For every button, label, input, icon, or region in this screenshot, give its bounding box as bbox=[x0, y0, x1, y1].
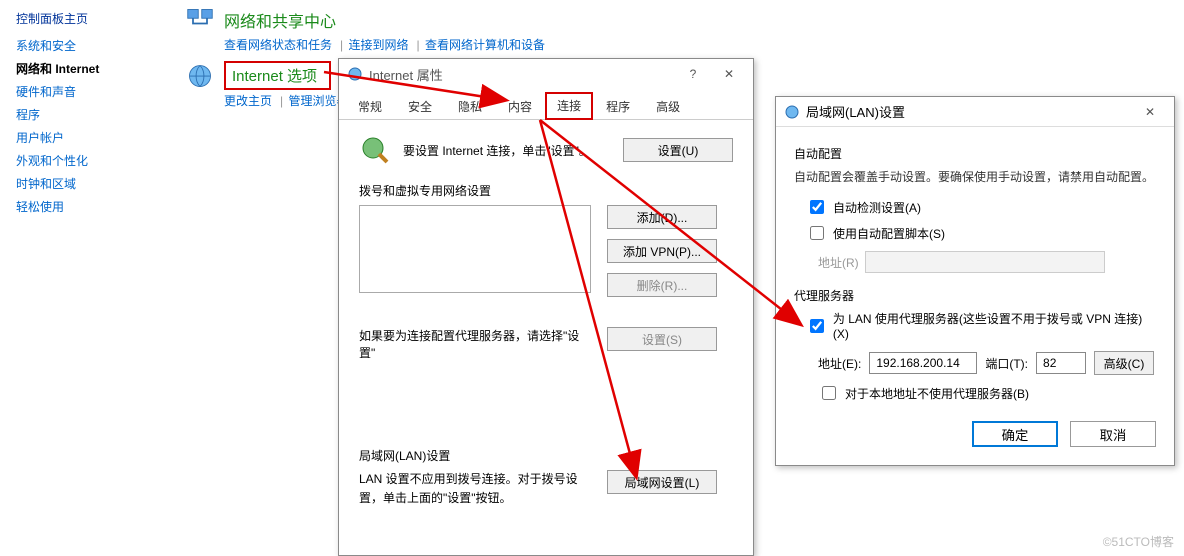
proxy-address-input[interactable] bbox=[869, 352, 977, 374]
connection-wizard-icon bbox=[359, 134, 391, 166]
auto-script-checkbox[interactable] bbox=[810, 226, 824, 240]
advanced-button[interactable]: 高级(C) bbox=[1094, 351, 1154, 375]
bypass-local-checkbox[interactable] bbox=[822, 386, 836, 400]
tab-content[interactable]: 内容 bbox=[495, 92, 545, 120]
tab-general[interactable]: 常规 bbox=[345, 92, 395, 120]
tab-privacy[interactable]: 隐私 bbox=[445, 92, 495, 120]
tab-strip: 常规 安全 隐私 内容 连接 程序 高级 bbox=[339, 91, 753, 120]
header-link[interactable]: 查看网络计算机和设备 bbox=[425, 38, 545, 52]
dialog-icon bbox=[784, 104, 800, 120]
sidebar-item[interactable]: 系统和安全 bbox=[16, 37, 176, 54]
watermark: ©51CTO博客 bbox=[1103, 533, 1174, 550]
proxy-port-label: 端口(T): bbox=[985, 355, 1028, 372]
script-address-label: 地址(R) bbox=[818, 254, 859, 271]
tab-advanced[interactable]: 高级 bbox=[643, 92, 693, 120]
ok-button[interactable]: 确定 bbox=[972, 421, 1058, 447]
script-address-input bbox=[865, 251, 1105, 273]
header-link[interactable]: 连接到网络 bbox=[348, 38, 408, 52]
dial-group-label: 拨号和虚拟专用网络设置 bbox=[359, 182, 733, 199]
sidebar-item[interactable]: 外观和个性化 bbox=[16, 152, 176, 169]
proxy-port-input[interactable] bbox=[1036, 352, 1086, 374]
header-link[interactable]: 更改主页 bbox=[224, 94, 272, 108]
sidebar-item[interactable]: 时钟和区域 bbox=[16, 175, 176, 192]
use-proxy-label: 为 LAN 使用代理服务器(这些设置不用于拨号或 VPN 连接)(X) bbox=[833, 310, 1156, 341]
add-button[interactable]: 添加(D)... bbox=[607, 205, 717, 229]
auto-script-label: 使用自动配置脚本(S) bbox=[833, 225, 945, 242]
internet-properties-dialog: Internet 属性 ? ✕ 常规 安全 隐私 内容 连接 程序 高级 要设置… bbox=[338, 58, 754, 556]
auto-detect-checkbox[interactable] bbox=[810, 200, 824, 214]
proxy-title: 代理服务器 bbox=[794, 287, 1156, 304]
auto-config-desc: 自动配置会覆盖手动设置。要确保使用手动设置，请禁用自动配置。 bbox=[794, 168, 1156, 187]
tab-connections[interactable]: 连接 bbox=[545, 92, 593, 120]
dial-settings-button[interactable]: 设置(S) bbox=[607, 327, 717, 351]
sidebar-item[interactable]: 硬件和声音 bbox=[16, 83, 176, 100]
bypass-local-checkbox-row[interactable]: 对于本地地址不使用代理服务器(B) bbox=[818, 383, 1156, 403]
internet-options-link[interactable]: Internet 选项 bbox=[232, 68, 317, 85]
lan-settings-dialog: 局域网(LAN)设置 ✕ 自动配置 自动配置会覆盖手动设置。要确保使用手动设置，… bbox=[775, 96, 1175, 466]
control-panel-home-link[interactable]: 控制面板主页 bbox=[16, 10, 176, 27]
add-vpn-button[interactable]: 添加 VPN(P)... bbox=[607, 239, 717, 263]
sidebar-item[interactable]: 网络和 Internet bbox=[16, 60, 176, 77]
tab-programs[interactable]: 程序 bbox=[593, 92, 643, 120]
auto-detect-label: 自动检测设置(A) bbox=[833, 199, 921, 216]
proxy-address-label: 地址(E): bbox=[818, 355, 861, 372]
cancel-button[interactable]: 取消 bbox=[1070, 421, 1156, 447]
use-proxy-checkbox-row[interactable]: 为 LAN 使用代理服务器(这些设置不用于拨号或 VPN 连接)(X) bbox=[806, 310, 1156, 341]
use-proxy-checkbox[interactable] bbox=[810, 319, 824, 333]
lan-settings-button[interactable]: 局域网设置(L) bbox=[607, 470, 717, 494]
control-panel-sidebar: 控制面板主页 系统和安全 网络和 Internet 硬件和声音 程序 用户帐户 … bbox=[16, 10, 176, 221]
bypass-local-label: 对于本地地址不使用代理服务器(B) bbox=[845, 385, 1029, 402]
lan-group-label: 局域网(LAN)设置 bbox=[359, 447, 733, 464]
sidebar-item[interactable]: 用户帐户 bbox=[16, 129, 176, 146]
auto-config-title: 自动配置 bbox=[794, 145, 1156, 162]
tab-security[interactable]: 安全 bbox=[395, 92, 445, 120]
proxy-note: 如果要为连接配置代理服务器，请选择"设置" bbox=[359, 327, 591, 361]
dial-listbox[interactable] bbox=[359, 205, 591, 293]
help-button[interactable]: ? bbox=[677, 63, 709, 85]
lan-description: LAN 设置不应用到拨号连接。对于拨号设置，单击上面的"设置"按钮。 bbox=[359, 470, 591, 508]
remove-button[interactable]: 删除(R)... bbox=[607, 273, 717, 297]
auto-script-checkbox-row[interactable]: 使用自动配置脚本(S) bbox=[806, 223, 1156, 243]
internet-options-icon bbox=[186, 62, 214, 90]
setup-button[interactable]: 设置(U) bbox=[623, 138, 733, 162]
close-button[interactable]: ✕ bbox=[1134, 101, 1166, 123]
header-link[interactable]: 查看网络状态和任务 bbox=[224, 38, 332, 52]
dialog-title: Internet 属性 bbox=[369, 65, 677, 84]
dialog-icon bbox=[347, 66, 363, 82]
dialog-title: 局域网(LAN)设置 bbox=[806, 102, 1134, 121]
category-title[interactable]: 网络和共享中心 bbox=[224, 8, 336, 32]
sidebar-item[interactable]: 轻松使用 bbox=[16, 198, 176, 215]
internet-options-highlight[interactable]: Internet 选项 bbox=[224, 61, 331, 90]
close-button[interactable]: ✕ bbox=[713, 63, 745, 85]
network-center-icon bbox=[186, 6, 214, 34]
connection-hint: 要设置 Internet 连接，单击"设置"。 bbox=[403, 142, 611, 159]
sidebar-item[interactable]: 程序 bbox=[16, 106, 176, 123]
auto-detect-checkbox-row[interactable]: 自动检测设置(A) bbox=[806, 197, 1156, 217]
